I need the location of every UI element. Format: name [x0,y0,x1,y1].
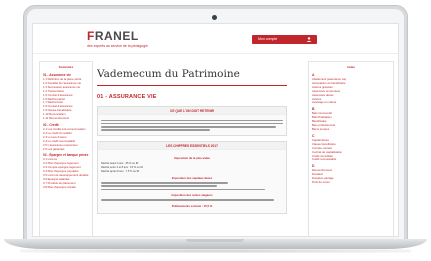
toc-link[interactable]: 2.6 Les garanties [43,148,89,152]
text-line [101,119,283,122]
section-heading: 01 - ASSURANCE VIE [97,94,157,100]
laptop-screen: FRANEL des experts au service de la péda… [32,23,399,237]
user-icon [306,37,312,42]
index-letter: D [312,164,315,169]
toc-link[interactable]: 1.11 Démembrement [43,117,89,121]
account-button-label: Mon compte [258,37,278,41]
key-points-heading: CE QUE L'ON DOIT RETENIR [98,107,286,115]
main-content: Vademecum du Patrimoine 01 - ASSURANCE V… [97,61,303,236]
index-title: Index [347,65,355,69]
text-line [101,188,265,191]
key-points-body [98,115,286,135]
index-groups: A Abattement (assurance vie) Acceptation d… [312,73,390,185]
text-line [101,185,218,187]
plus-value-heading: Imposition de la plus-value [174,156,210,161]
index-link[interactable]: Avantage en nature [312,101,390,105]
text-line [101,122,283,125]
logo[interactable]: FRANEL [87,29,139,43]
text-line [101,129,211,131]
title-divider [97,85,287,86]
rate-line: Rachat après 8 ans : 7,5 % ou IR [101,169,140,173]
left-sidebar-toc: Sommaire 01 - Assurance vie 1.1 Définitio… [39,61,93,236]
index-link[interactable]: Biens propres [312,128,390,132]
index-letter: B [312,107,315,112]
index-link[interactable]: Crédit renouvelable [312,158,390,162]
laptop-hinge-notch [186,239,244,242]
site-header: FRANEL des experts au service de la péda… [33,24,398,54]
toc-section-title[interactable]: 02 - Crédit [43,123,89,127]
index-letter: C [312,133,315,138]
text-line [101,125,276,128]
laptop-shadow [20,249,411,253]
logo-accent: F [87,29,95,43]
index-letter: A [312,73,315,77]
prelevements-heading: Prélèvements sociaux : 15,5 % [171,203,213,208]
right-sidebar-index: Index A Abattement (assurance vie) Accepta… [308,61,394,236]
toc-title: Sommaire [58,65,74,69]
account-button[interactable]: Mon compte [252,35,317,44]
figures-heading: LES CHIFFRES ESSENTIELS 2017 [98,142,286,151]
text-line [101,199,274,201]
webcam-icon [212,15,217,20]
toc-section-title[interactable]: 03 - Épargne et banque privée [43,153,89,157]
logo-tagline: des experts au service de la pédagogie [87,44,148,48]
toc-section-title[interactable]: 01 - Assurance vie [43,73,89,77]
rentes-heading: Imposition des rentes viagères [171,193,213,198]
toc-sections: 01 - Assurance vie 1.1 Définition de la p… [43,73,89,190]
deces-heading: Imposition des capitaux décès [171,176,213,181]
toc-link[interactable]: 3.8 Plan d'épargne retraite [43,186,89,190]
logo-text: RANEL [94,29,139,43]
text-line [101,182,229,184]
figures-body: Imposition de la plus-value Rachat avant… [98,150,286,212]
page-title: Vademecum du Patrimoine [97,68,240,80]
index-link[interactable]: Droit de retour [312,181,390,185]
key-points-box: CE QUE L'ON DOIT RETENIR [97,106,287,137]
figures-box: LES CHIFFRES ESSENTIELS 2017 Imposition … [97,141,287,214]
